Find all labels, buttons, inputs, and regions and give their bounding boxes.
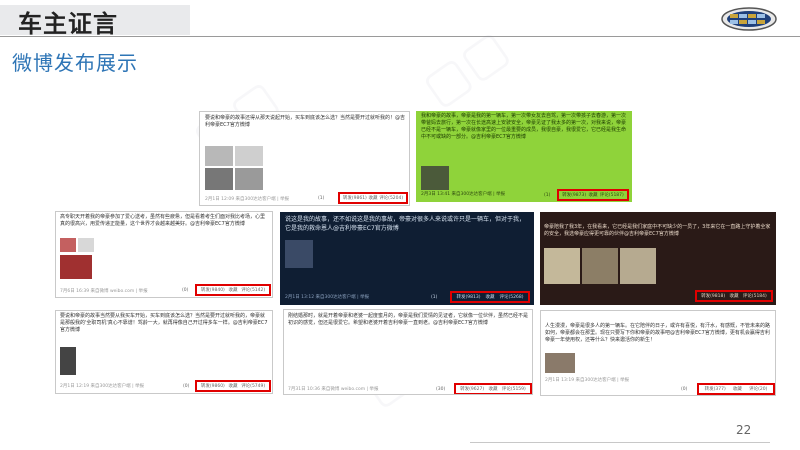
post-text: 刚结婚那时，就是开着帝豪和老婆一起度蜜月的，帝豪是我们爱情的见证者，它就像一位伙… bbox=[288, 313, 529, 326]
post-image bbox=[205, 168, 233, 190]
comment-button[interactable]: 评论(5749) bbox=[241, 383, 265, 389]
post-image bbox=[582, 248, 618, 284]
section-title: 微博发布展示 bbox=[12, 51, 138, 75]
forward-button[interactable]: 转发(9818) bbox=[701, 293, 725, 299]
comment-button[interactable]: 评论(20) bbox=[749, 386, 767, 392]
post-actions: 转发(9627) 收藏 评论(5159) bbox=[454, 383, 532, 394]
weibo-post: 说这是我的故事，还不如说这是我的事故，帝豪对很多人来说或许只是一辆车，但对于我，… bbox=[280, 212, 534, 305]
like-count[interactable]: (0) bbox=[183, 384, 189, 389]
favorite-button[interactable]: 收藏 bbox=[588, 192, 597, 198]
post-actions: 转发(9840) 收藏 评论(5142) bbox=[195, 284, 271, 296]
post-text: 人生漫漫，帝豪是很多人的第一辆车。在它陪伴的日子，或许有喜悦，有汗水，有感慨，不… bbox=[545, 323, 771, 343]
weibo-post: 我和帝豪的故事，帝豪是我的第一辆车，第一次带女友去自驾，第一次带孩子去春游，第一… bbox=[416, 111, 632, 202]
post-text: 我和帝豪的故事，帝豪是我的第一辆车，第一次带女友去自驾，第一次带孩子去春游，第一… bbox=[421, 113, 627, 140]
post-actions: 转发(9861) 收藏 评论(5204) bbox=[338, 192, 408, 204]
weibo-post: 高专职天开着我的帝豪参加了爱心送考，虽然有些疲惫，但是看着考生们面对我比考场，心… bbox=[55, 211, 273, 298]
post-meta: 2月1日 13:19 来自300达达客户端 | 举报 bbox=[545, 378, 630, 383]
post-meta: 2月1日 12:09 来自300达达客户端 | 举报 bbox=[205, 197, 290, 202]
forward-button[interactable]: 转发(9813) bbox=[457, 294, 481, 300]
weibo-post: 要说和帝豪的故事还得从那天说起开始，买车到底该怎么选？当然是要开过就听我的！@吉… bbox=[199, 111, 410, 206]
comment-button[interactable]: 评论(5187) bbox=[600, 192, 624, 198]
post-image bbox=[235, 146, 263, 166]
post-image bbox=[60, 347, 76, 375]
post-image bbox=[285, 240, 313, 268]
like-count[interactable]: (1) bbox=[318, 196, 324, 201]
favorite-button[interactable]: 收藏 bbox=[488, 386, 497, 392]
comment-button[interactable]: 评论(5142) bbox=[241, 287, 265, 293]
post-text: 说这是我的故事，还不如说这是我的事故，帝豪对很多人来说或许只是一辆车，但对于我，… bbox=[285, 216, 526, 232]
favorite-button[interactable]: 收藏 bbox=[729, 293, 738, 299]
forward-button[interactable]: 转发(9861) bbox=[343, 195, 367, 201]
post-text: 高专职天开着我的帝豪参加了爱心送考，虽然有些疲惫，但是看着考生们面对我比考场，心… bbox=[60, 214, 266, 227]
favorite-button[interactable]: 收藏 bbox=[229, 287, 238, 293]
post-actions: 转发(9818) 收藏 评论(5184) bbox=[695, 290, 773, 302]
post-image bbox=[235, 168, 263, 190]
favorite-button[interactable]: 收藏 bbox=[229, 383, 238, 389]
post-image bbox=[544, 248, 580, 284]
comment-button[interactable]: 评论(5159) bbox=[502, 386, 526, 392]
forward-button[interactable]: 转发(9860) bbox=[201, 383, 225, 389]
post-image bbox=[205, 146, 233, 166]
comment-button[interactable]: 评论(5184) bbox=[743, 293, 767, 299]
post-image bbox=[421, 166, 449, 190]
header-divider bbox=[0, 36, 800, 37]
post-image bbox=[620, 248, 656, 284]
post-actions: 转发(377) 收藏 评论(20) bbox=[697, 383, 775, 395]
post-text: 要说和帝豪的故事还得从那天说起开始，买车到底该怎么选？当然是要开过就听我的！@吉… bbox=[205, 115, 406, 128]
post-meta: 7月31日 10:36 来自微博 weibo.com | 举报 bbox=[288, 387, 379, 392]
forward-button[interactable]: 转发(9840) bbox=[201, 287, 225, 293]
page-title: 车主证言 bbox=[18, 10, 118, 38]
post-image bbox=[545, 353, 575, 373]
like-count[interactable]: (0) bbox=[182, 288, 188, 293]
post-actions: 转发(9873) 收藏 评论(5187) bbox=[557, 189, 629, 201]
weibo-post: 刚结婚那时，就是开着帝豪和老婆一起度蜜月的，帝豪是我们爱情的见证者，它就像一位伙… bbox=[283, 309, 533, 395]
post-meta: 2月3日 13:41 来自300达达客户端 | 举报 bbox=[421, 192, 506, 197]
comment-button[interactable]: 评论(5268) bbox=[500, 294, 524, 300]
post-image bbox=[60, 238, 76, 252]
post-meta: 7月6日 16:39 来自微博 weibo.com | 举报 bbox=[60, 289, 148, 294]
post-text: 帝豪陪我了我3年，在我看来，它已经是我们家庭中不可缺少的一员了，3年来它在一直路… bbox=[544, 224, 771, 237]
post-meta: 2月1日 13:12 来自300达达客户端 | 举报 bbox=[285, 295, 370, 300]
page-number: 22 bbox=[736, 423, 752, 437]
forward-button[interactable]: 转发(377) bbox=[705, 386, 726, 392]
weibo-post: 要说和帝豪的故事当然要从我买车开始，买车到底该怎么选？当然是要开过就听我的，帝豪… bbox=[55, 310, 273, 394]
post-text: 要说和帝豪的故事当然要从我买车开始，买车到底该怎么选？当然是要开过就听我的，帝豪… bbox=[60, 313, 268, 333]
geely-logo-icon bbox=[721, 7, 777, 31]
post-actions: 转发(9813) 收藏 评论(5268) bbox=[450, 291, 530, 303]
weibo-post: 帝豪陪我了我3年，在我看来，它已经是我们家庭中不可缺少的一员了，3年来它在一直路… bbox=[540, 212, 776, 305]
weibo-post: 人生漫漫，帝豪是很多人的第一辆车。在它陪伴的日子，或许有喜悦，有汗水，有感慨，不… bbox=[540, 310, 776, 396]
like-count[interactable]: (30) bbox=[436, 387, 445, 392]
footer-divider bbox=[470, 442, 770, 443]
post-image bbox=[78, 238, 94, 252]
like-count[interactable]: (0) bbox=[681, 387, 687, 392]
favorite-button[interactable]: 收藏 bbox=[485, 294, 494, 300]
post-actions: 转发(9860) 收藏 评论(5749) bbox=[195, 380, 271, 392]
favorite-button[interactable]: 收藏 bbox=[369, 195, 378, 201]
forward-button[interactable]: 转发(9627) bbox=[460, 386, 484, 392]
like-count[interactable]: (1) bbox=[544, 193, 550, 198]
forward-button[interactable]: 转发(9873) bbox=[562, 192, 586, 198]
comment-button[interactable]: 评论(5204) bbox=[379, 195, 403, 201]
favorite-button[interactable]: 收藏 bbox=[733, 386, 742, 392]
post-meta: 2月1日 12:19 来自300达达客户端 | 举报 bbox=[60, 384, 145, 389]
post-image bbox=[60, 255, 92, 279]
like-count[interactable]: (1) bbox=[431, 295, 437, 300]
